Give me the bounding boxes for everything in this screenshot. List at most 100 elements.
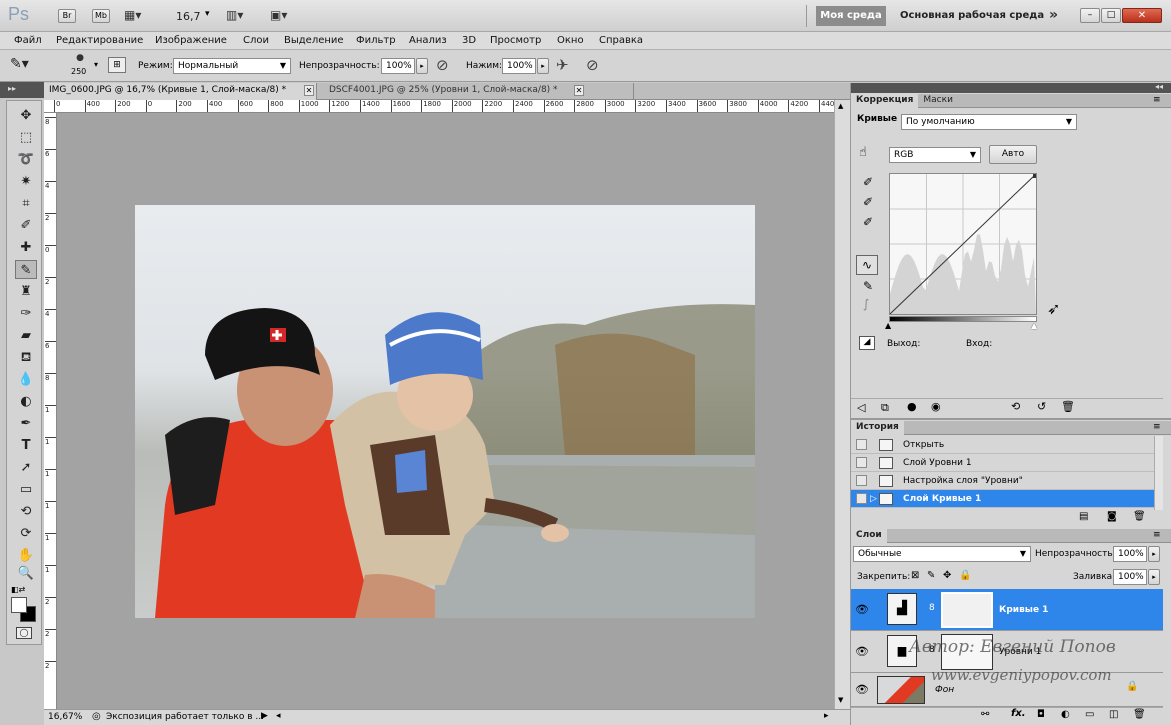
status-menu-icon[interactable]: ▶ bbox=[261, 711, 268, 721]
layer-name[interactable]: Кривые 1 bbox=[999, 605, 1048, 615]
scroll-down-icon[interactable]: ▼ bbox=[838, 696, 843, 704]
flow-input[interactable]: 100% bbox=[502, 58, 536, 74]
pressure-size-icon[interactable]: ⊘ bbox=[586, 56, 599, 74]
layer-mask-thumbnail[interactable] bbox=[941, 592, 993, 628]
blend-mode-select[interactable]: Обычные ▼ bbox=[853, 546, 1031, 562]
collapse-icon[interactable]: ▸▸ bbox=[8, 84, 16, 93]
layer-row-selected[interactable]: 👁 ▟ 8 Кривые 1 bbox=[851, 589, 1163, 631]
reset-icon[interactable]: ↺ bbox=[1037, 400, 1046, 413]
history-brush-tool-icon[interactable]: ✑ bbox=[15, 304, 37, 323]
document-image[interactable] bbox=[135, 205, 755, 618]
3d-orbit-tool-icon[interactable]: ⟳ bbox=[15, 524, 37, 543]
panel-resize-bar[interactable] bbox=[851, 418, 1171, 420]
brush-size[interactable]: 250 bbox=[71, 67, 86, 76]
history-item[interactable]: Открыть bbox=[851, 436, 1163, 454]
menu-3d[interactable]: 3D bbox=[462, 35, 476, 46]
menu-analysis[interactable]: Анализ bbox=[409, 35, 447, 46]
marquee-tool-icon[interactable]: ⬚ bbox=[15, 128, 37, 147]
view-extras-icon[interactable]: ▦▾ bbox=[124, 8, 141, 22]
clip-layer-icon[interactable]: ● bbox=[907, 400, 917, 413]
tab-history[interactable]: История bbox=[851, 421, 904, 435]
curve-smooth-icon[interactable]: ∫ bbox=[863, 297, 869, 311]
magic-wand-tool-icon[interactable]: ✷ bbox=[15, 172, 37, 191]
blur-tool-icon[interactable]: 💧 bbox=[15, 370, 37, 389]
curve-edit-points-icon[interactable]: ∿ bbox=[856, 255, 878, 275]
curve-point[interactable] bbox=[1033, 174, 1037, 178]
previous-state-icon[interactable]: ⟲ bbox=[1011, 400, 1020, 413]
status-zoom[interactable]: 16,67% bbox=[48, 712, 82, 722]
bridge-button[interactable]: Br bbox=[58, 9, 76, 23]
menu-help[interactable]: Справка bbox=[599, 35, 643, 46]
curves-preset-select[interactable]: По умолчанию ▼ bbox=[901, 114, 1077, 130]
clone-stamp-tool-icon[interactable]: ♜ bbox=[15, 282, 37, 301]
paint-bucket-tool-icon[interactable]: ⛾ bbox=[15, 348, 37, 367]
tab-layers[interactable]: Слои bbox=[851, 529, 887, 543]
tab-img0600[interactable]: IMG_0600.JPG @ 16,7% (Кривые 1, Слой-мас… bbox=[44, 83, 317, 100]
zoom-tool-icon[interactable]: 🔍 bbox=[15, 564, 37, 583]
layer-name[interactable]: Фон bbox=[935, 685, 954, 695]
history-snapshot-toggle[interactable] bbox=[856, 439, 867, 450]
menu-view[interactable]: Просмотр bbox=[490, 35, 541, 46]
history-item-selected[interactable]: ▷ Слой Кривые 1 bbox=[851, 490, 1163, 508]
eye-icon[interactable]: 👁 bbox=[855, 603, 869, 617]
foreground-color-swatch[interactable] bbox=[11, 597, 27, 613]
brush-tool-icon[interactable]: ✎ bbox=[15, 260, 37, 279]
tool-preset-icon[interactable]: ✎▾ bbox=[10, 56, 46, 76]
pressure-opacity-icon[interactable]: ⊘ bbox=[436, 56, 449, 74]
menu-window[interactable]: Окно bbox=[557, 35, 584, 46]
layer-style-icon[interactable]: fx. bbox=[1011, 708, 1026, 719]
visibility-icon[interactable]: ◉ bbox=[931, 400, 941, 413]
move-tool-icon[interactable]: ✥ bbox=[15, 106, 37, 125]
panel-menu-icon[interactable]: ≡ bbox=[1153, 95, 1161, 105]
more-workspaces-icon[interactable]: » bbox=[1049, 7, 1058, 23]
menu-filter[interactable]: Фильтр bbox=[356, 35, 396, 46]
minimize-button[interactable]: – bbox=[1080, 8, 1100, 23]
maximize-button[interactable]: □ bbox=[1101, 8, 1121, 23]
trash-icon[interactable]: 🗑 bbox=[1061, 400, 1075, 413]
white-point-eyedropper-icon[interactable]: ✐ bbox=[863, 215, 873, 229]
black-point-eyedropper-icon[interactable]: ✐ bbox=[863, 175, 873, 189]
black-slider-handle[interactable]: ▲ bbox=[885, 321, 891, 330]
eraser-tool-icon[interactable]: ▰ bbox=[15, 326, 37, 345]
menu-image[interactable]: Изображение bbox=[155, 35, 227, 46]
pen-tool-icon[interactable]: ✒ bbox=[15, 414, 37, 433]
new-group-icon[interactable]: ▭ bbox=[1085, 709, 1094, 720]
panel-menu-icon[interactable]: ≡ bbox=[1153, 422, 1161, 432]
workspace-essentials-button[interactable]: Основная рабочая среда bbox=[900, 10, 1044, 21]
zoom-level[interactable]: 16,7 bbox=[176, 10, 201, 23]
scroll-left-icon[interactable]: ◂ bbox=[276, 711, 281, 721]
eyedropper-tool-icon[interactable]: ✐ bbox=[15, 216, 37, 235]
history-scrollbar[interactable] bbox=[1154, 436, 1163, 510]
arrange-documents-icon[interactable]: ▥▾ bbox=[226, 8, 243, 22]
lock-transparency-icon[interactable]: ⊠ bbox=[911, 570, 919, 581]
lock-all-icon[interactable]: 🔒 bbox=[959, 570, 971, 581]
history-snapshot-toggle[interactable] bbox=[856, 475, 867, 486]
hand-tool-icon[interactable]: ✋ bbox=[15, 546, 37, 565]
flow-slider-button[interactable]: ▸ bbox=[537, 58, 549, 74]
fill-slider-button[interactable]: ▸ bbox=[1148, 569, 1160, 585]
screen-mode-icon[interactable]: ▣▾ bbox=[270, 8, 287, 22]
curve-pencil-icon[interactable]: ✎ bbox=[863, 279, 873, 293]
target-adjust-icon[interactable]: ☝ bbox=[859, 145, 867, 160]
opacity-slider-button[interactable]: ▸ bbox=[416, 58, 428, 74]
mini-bridge-button[interactable]: Mb bbox=[92, 9, 110, 23]
channel-select[interactable]: RGB ▼ bbox=[889, 147, 981, 163]
link-layers-icon[interactable]: ⚯ bbox=[981, 709, 989, 720]
expand-view-icon[interactable]: ⧉ bbox=[881, 401, 889, 415]
white-slider-handle[interactable]: ▲ bbox=[1031, 321, 1037, 330]
brush-preview-icon[interactable]: ● bbox=[70, 53, 90, 63]
menu-layers[interactable]: Слои bbox=[243, 35, 269, 46]
new-layer-icon[interactable]: ◫ bbox=[1109, 709, 1118, 720]
menu-select[interactable]: Выделение bbox=[284, 35, 344, 46]
snapshot-icon[interactable]: ◙ bbox=[1107, 511, 1117, 522]
link-icon[interactable]: 8 bbox=[929, 603, 935, 613]
status-info-icon[interactable]: ◎ bbox=[92, 711, 101, 722]
3d-rotate-tool-icon[interactable]: ⟲ bbox=[15, 502, 37, 521]
airbrush-icon[interactable]: ✈ bbox=[556, 56, 569, 74]
history-item[interactable]: Настройка слоя "Уровни" bbox=[851, 472, 1163, 490]
history-item[interactable]: Слой Уровни 1 bbox=[851, 454, 1163, 472]
lasso-tool-icon[interactable]: ➰ bbox=[15, 150, 37, 169]
collapse-icon[interactable]: ◂◂ bbox=[1155, 82, 1163, 91]
healing-brush-tool-icon[interactable]: ✚ bbox=[15, 238, 37, 257]
new-adjustment-layer-icon[interactable]: ◐ bbox=[1061, 709, 1070, 720]
